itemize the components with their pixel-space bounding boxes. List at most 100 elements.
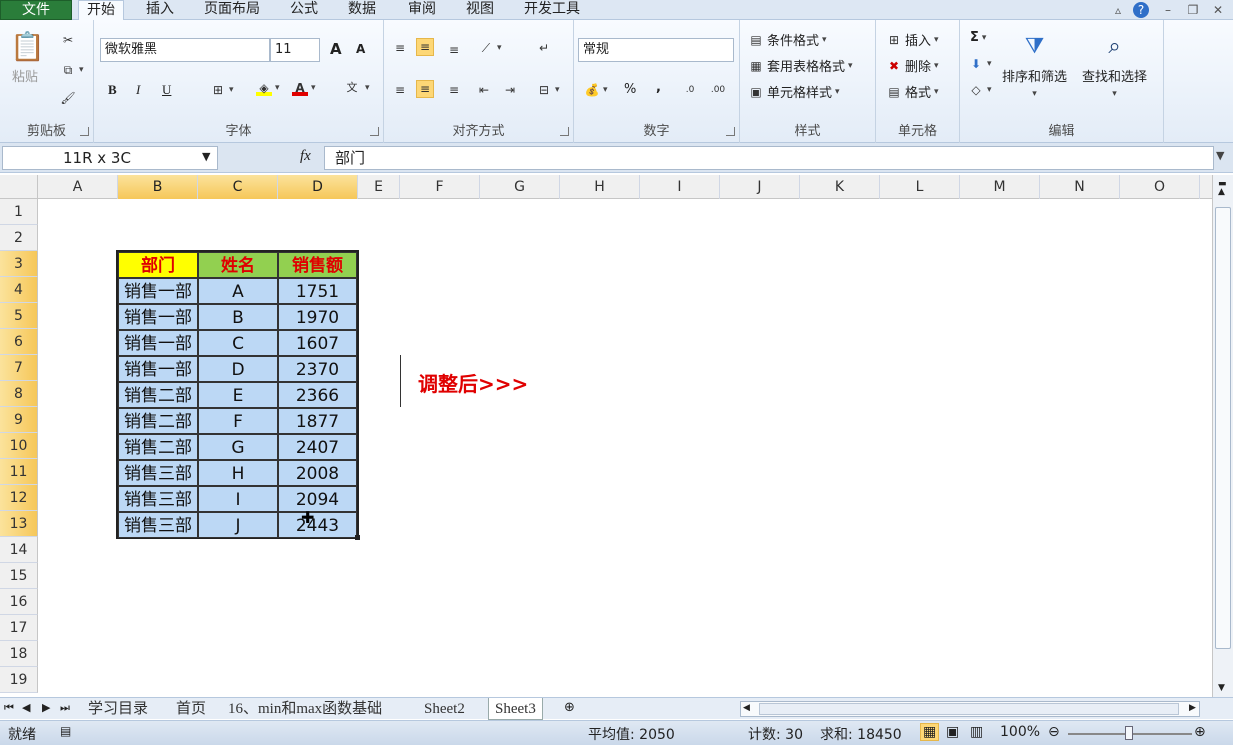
number-launcher-icon[interactable]	[726, 127, 735, 136]
underline-button[interactable]: U	[162, 82, 171, 98]
zoom-out-icon[interactable]: ⊖	[1048, 724, 1060, 740]
increase-indent-button[interactable]: ⇥	[502, 82, 518, 98]
table-cell[interactable]: 销售二部	[118, 408, 198, 434]
borders-button[interactable]: ⊞ ▾	[210, 82, 234, 98]
row-header[interactable]: 1	[0, 199, 38, 225]
scroll-right-icon[interactable]: ▶	[1189, 703, 1196, 713]
table-cell[interactable]: 销售二部	[118, 434, 198, 460]
table-cell[interactable]: 2407	[278, 434, 357, 460]
font-color-button[interactable]: A ▾	[292, 80, 316, 96]
increase-decimal-button[interactable]: .0	[682, 82, 698, 98]
vertical-scrollbar[interactable]: ▬ ▲ ▼	[1212, 175, 1233, 697]
page-break-view-icon[interactable]: ▥	[970, 724, 983, 740]
row-header[interactable]: 7	[0, 355, 38, 381]
accounting-button[interactable]: 💰 ▾	[584, 82, 608, 98]
minimize-ribbon-icon[interactable]: ▵	[1110, 2, 1126, 18]
zoom-in-icon[interactable]: ⊕	[1194, 724, 1206, 740]
row-header[interactable]: 12	[0, 485, 38, 511]
tab-page-layout[interactable]: 页面布局	[196, 0, 268, 20]
column-header-b[interactable]: B	[118, 175, 198, 199]
font-name-select[interactable]: 微软雅黑	[100, 38, 270, 62]
sort-filter-button[interactable]: ⧩ 排序和筛选 ▾	[1002, 32, 1067, 99]
column-header-g[interactable]: G	[480, 175, 560, 199]
column-header-e[interactable]: E	[358, 175, 400, 199]
table-cell[interactable]: 销售三部	[118, 486, 198, 512]
tab-file[interactable]: 文件	[0, 0, 72, 20]
alignment-launcher-icon[interactable]	[560, 127, 569, 136]
align-right-button[interactable]: ≡	[446, 82, 462, 98]
table-cell[interactable]: E	[198, 382, 278, 408]
name-box-dropdown-icon[interactable]: ▼	[202, 150, 210, 163]
header-cell-dept[interactable]: 部门	[118, 252, 198, 278]
scroll-left-icon[interactable]: ◀	[743, 703, 750, 713]
wrap-text-button[interactable]: ↵	[536, 40, 552, 56]
header-cell-sales[interactable]: 销售额	[278, 252, 357, 278]
tab-formulas[interactable]: 公式	[282, 0, 326, 20]
scroll-up-icon[interactable]: ▲	[1218, 187, 1225, 197]
number-format-select[interactable]: 常规	[578, 38, 734, 62]
prev-sheet-icon[interactable]: ◀	[22, 701, 30, 714]
column-header-a[interactable]: A	[38, 175, 118, 199]
table-cell[interactable]: D	[198, 356, 278, 382]
tab-insert[interactable]: 插入	[138, 0, 182, 20]
sheet-tab[interactable]: 16、min和max函数基础	[222, 698, 388, 720]
table-cell[interactable]: J	[198, 512, 278, 538]
column-header-c[interactable]: C	[198, 175, 278, 199]
last-sheet-icon[interactable]: ⏭	[60, 701, 70, 715]
tab-review[interactable]: 审阅	[400, 0, 444, 20]
table-cell[interactable]: 1607	[278, 330, 357, 356]
help-icon[interactable]: ?	[1133, 2, 1149, 18]
table-cell[interactable]: 销售三部	[118, 512, 198, 538]
align-middle-button[interactable]: ≡	[416, 38, 434, 56]
window-minimize-icon[interactable]: –	[1160, 2, 1176, 18]
conditional-format-button[interactable]: ▤ 条件格式 ▾	[748, 30, 826, 50]
column-header-j[interactable]: J	[720, 175, 800, 199]
table-cell[interactable]: 销售二部	[118, 382, 198, 408]
comma-button[interactable]: ,	[656, 80, 661, 95]
fill-button[interactable]: ⬇ ▾	[968, 56, 992, 72]
orientation-button[interactable]: ⟋ ▾	[478, 40, 502, 56]
align-left-button[interactable]: ≡	[392, 82, 408, 98]
horizontal-scroll-thumb[interactable]	[759, 703, 1179, 715]
table-cell[interactable]: 1751	[278, 278, 357, 304]
font-size-select[interactable]: 11	[270, 38, 320, 62]
window-close-icon[interactable]: ✕	[1210, 2, 1226, 18]
insert-function-button[interactable]: fx	[300, 148, 311, 165]
italic-button[interactable]: I	[136, 82, 140, 98]
copy-button[interactable]: ⧉ ▾	[60, 62, 84, 78]
table-cell[interactable]: C	[198, 330, 278, 356]
table-cell[interactable]: 2094	[278, 486, 357, 512]
sheet-tab[interactable]: 首页	[170, 698, 212, 720]
decrease-indent-button[interactable]: ⇤	[476, 82, 492, 98]
table-cell[interactable]: 2008	[278, 460, 357, 486]
cut-button[interactable]: ✂	[60, 32, 76, 48]
table-cell[interactable]: H	[198, 460, 278, 486]
vertical-scroll-thumb[interactable]	[1215, 207, 1231, 649]
table-cell[interactable]: G	[198, 434, 278, 460]
table-cell[interactable]: 1877	[278, 408, 357, 434]
table-cell[interactable]: I	[198, 486, 278, 512]
table-cell[interactable]: 销售一部	[118, 356, 198, 382]
row-header[interactable]: 15	[0, 563, 38, 589]
align-top-button[interactable]: ≡	[392, 40, 408, 56]
column-header-l[interactable]: L	[880, 175, 960, 199]
page-layout-view-icon[interactable]: ▣	[946, 724, 959, 740]
tab-home[interactable]: 开始	[78, 0, 124, 21]
expand-formula-bar-icon[interactable]: ▼	[1216, 149, 1224, 162]
grow-font-button[interactable]: A	[330, 40, 342, 58]
table-cell[interactable]: 销售一部	[118, 304, 198, 330]
cell-styles-button[interactable]: ▣ 单元格样式 ▾	[748, 82, 839, 102]
table-cell[interactable]: 2366	[278, 382, 357, 408]
row-header[interactable]: 13	[0, 511, 38, 537]
table-cell[interactable]: F	[198, 408, 278, 434]
row-header[interactable]: 8	[0, 381, 38, 407]
phonetic-button[interactable]: 文 ▾	[342, 80, 370, 96]
paste-button[interactable]: 📋 粘贴	[10, 30, 45, 85]
bold-button[interactable]: B	[108, 82, 117, 98]
find-select-button[interactable]: ⌕ 查找和选择 ▾	[1082, 32, 1147, 99]
row-header[interactable]: 11	[0, 459, 38, 485]
row-header[interactable]: 2	[0, 225, 38, 251]
column-header-d[interactable]: D	[278, 175, 358, 199]
sheet-tab[interactable]: 学习目录	[82, 698, 154, 720]
table-cell[interactable]: 销售一部	[118, 278, 198, 304]
